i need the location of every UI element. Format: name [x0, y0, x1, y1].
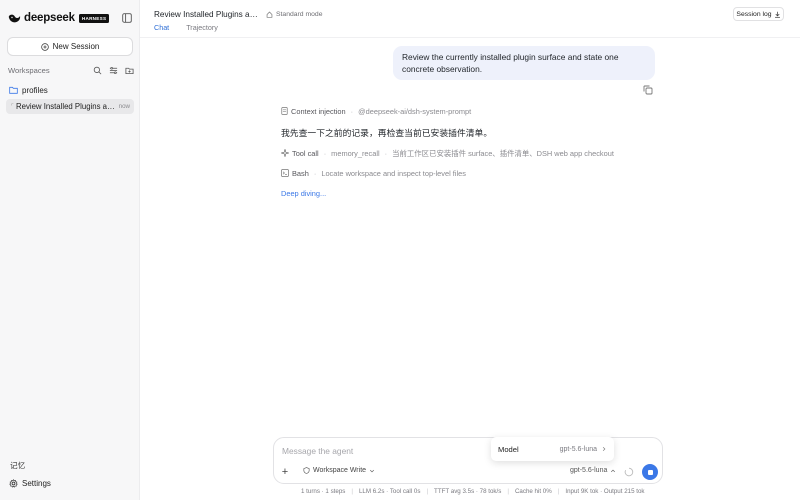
workspace-mode-select[interactable]: Workspace Write [303, 467, 375, 474]
loading-icon[interactable] [624, 467, 634, 477]
tool-call-label: Tool call [292, 148, 319, 158]
stat-ttft: TTFT avg 3.5s · 78 tok/s [434, 488, 502, 495]
stat-tokens: Input 9K tok · Output 215 tok [565, 488, 645, 495]
settings-label: Settings [22, 479, 51, 488]
memory-link[interactable]: 记忆 [10, 460, 25, 471]
workspace-folder-profiles[interactable]: profiles [9, 85, 48, 95]
mode-indicator[interactable]: Standard mode [266, 11, 322, 18]
model-popup-label: Model [498, 444, 519, 454]
mode-label: Standard mode [276, 10, 323, 18]
new-session-label: New Session [52, 42, 100, 51]
brand-name: deepseek [24, 12, 75, 24]
sidebar: deepseek HARNESS New Session Workspaces [0, 0, 140, 500]
step-tool-call[interactable]: Tool call · memory_recall · 当前工作区已安装插件 s… [281, 148, 614, 158]
sparkle-icon [281, 149, 289, 157]
session-log-button[interactable]: Session log [733, 7, 784, 21]
whale-logo-icon [8, 14, 21, 22]
settings-button[interactable]: Settings [9, 479, 51, 488]
session-title: Review Installed Plugins and... [16, 102, 116, 111]
step-bash[interactable]: Bash · Locate workspace and inspect top-… [281, 168, 466, 178]
download-icon [774, 11, 780, 18]
chevron-up-icon [611, 469, 616, 472]
shield-icon [303, 467, 310, 474]
assistant-thought: 我先查一下之前的记录，再检查当前已安装插件清单。 [281, 128, 493, 138]
document-icon [281, 107, 288, 115]
search-icon[interactable] [93, 66, 102, 75]
folder-icon [9, 86, 18, 94]
copy-icon[interactable] [643, 85, 653, 95]
chat-header: Review Installed Plugins and ... Standar… [154, 9, 322, 19]
user-message: Review the currently installed plugin su… [393, 46, 655, 80]
bash-label: Bash [292, 168, 309, 178]
session-time: now [118, 103, 130, 110]
tool-call-detail: 当前工作区已安装插件 surface、插件清单、DSH web app chec… [392, 148, 614, 158]
session-item[interactable]: ⌜ Review Installed Plugins and... now [6, 99, 134, 114]
bash-detail: Locate workspace and inspect top-level f… [321, 168, 466, 178]
filter-icon[interactable] [109, 66, 118, 75]
workspaces-title: Workspaces [8, 65, 50, 75]
home-icon [266, 11, 273, 18]
session-log-label: Session log [736, 10, 772, 18]
chevron-down-icon [370, 469, 375, 472]
new-folder-icon[interactable] [125, 66, 134, 75]
terminal-icon [281, 169, 289, 177]
brand[interactable]: deepseek HARNESS [8, 11, 110, 25]
chevron-right-icon [602, 446, 606, 452]
stop-icon [647, 469, 653, 475]
step-context-injection[interactable]: Context injection · @deepseek-ai/dsh-sys… [281, 106, 471, 116]
message-input[interactable] [282, 444, 482, 458]
model-select-label: gpt-5.6-luna [570, 467, 608, 474]
tool-call-name: memory_recall [331, 148, 380, 158]
tab-trajectory[interactable]: Trajectory [186, 23, 218, 35]
stop-button[interactable] [642, 464, 658, 480]
model-popup-item[interactable]: Model gpt-5.6-luna [491, 437, 614, 461]
stat-latency: LLM 6.2s · Tool call 0s [358, 488, 421, 495]
session-status-icon: ⌜ [11, 104, 14, 110]
brand-badge: HARNESS [78, 13, 110, 23]
tab-chat[interactable]: Chat [154, 23, 170, 38]
stat-cache: Cache hit 0% [514, 488, 552, 495]
plus-circle-icon [40, 42, 49, 51]
model-select[interactable]: gpt-5.6-luna [570, 467, 616, 474]
gear-icon [9, 479, 18, 488]
tab-divider [140, 37, 800, 38]
context-label: Context injection [291, 106, 346, 116]
stat-turns: 1 turns · 1 steps [301, 488, 346, 495]
workspaces-header: Workspaces [8, 65, 134, 75]
context-detail: @deepseek-ai/dsh-system-prompt [358, 106, 472, 116]
model-popup-value: gpt-5.6-luna [559, 445, 597, 453]
new-session-button[interactable]: New Session [7, 37, 133, 56]
status-indicator: Deep diving... [281, 189, 327, 198]
sidebar-toggle-icon[interactable] [122, 13, 132, 23]
attach-button[interactable]: + [279, 466, 291, 478]
page-title: Review Installed Plugins and ... [154, 9, 258, 19]
tab-bar: Chat Trajectory [154, 23, 218, 38]
workspace-mode-label: Workspace Write [313, 467, 367, 474]
folder-label: profiles [22, 85, 48, 95]
run-stats: 1 turns · 1 steps | LLM 6.2s · Tool call… [301, 488, 645, 495]
